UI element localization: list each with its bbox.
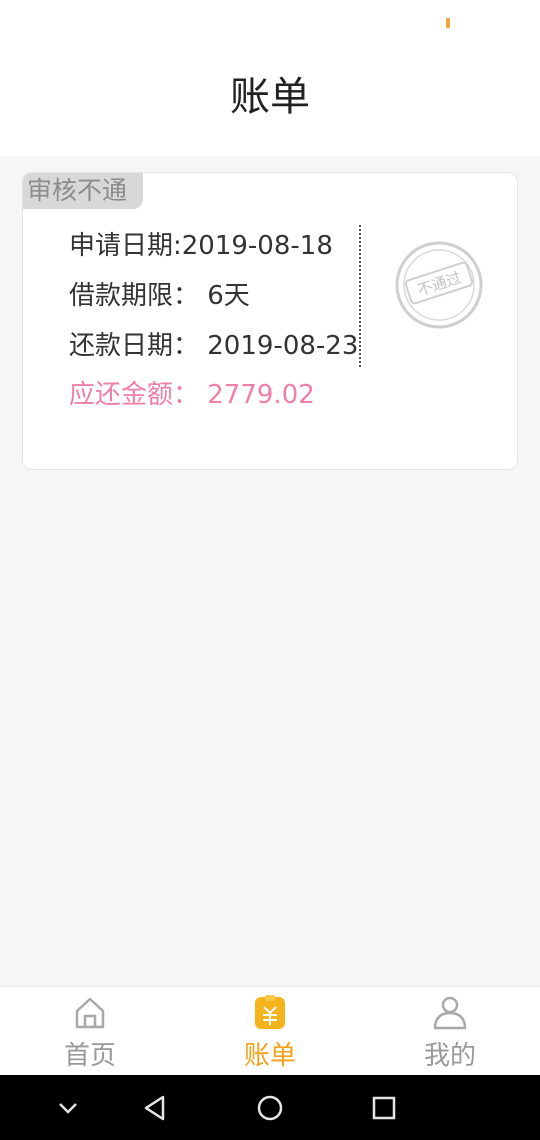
bill-icon bbox=[255, 995, 285, 1029]
amount-due: 应还金额： 2779.02 bbox=[69, 380, 315, 410]
apply-date: 申请日期:2019-08-18 bbox=[69, 231, 333, 261]
tab-bill[interactable]: 账单 bbox=[180, 987, 360, 1076]
status-badge: 审核不通 bbox=[23, 173, 143, 209]
loan-term: 借款期限： 6天 bbox=[69, 281, 250, 311]
rejected-stamp-icon: 不通过 bbox=[395, 241, 483, 329]
bottom-tab-bar: 首页 账单 我的 bbox=[0, 986, 540, 1075]
back-icon[interactable] bbox=[138, 1091, 172, 1125]
dotted-divider bbox=[359, 225, 361, 367]
tab-home[interactable]: 首页 bbox=[0, 987, 180, 1076]
chevron-down-icon[interactable] bbox=[51, 1091, 85, 1125]
status-indicator bbox=[446, 18, 450, 28]
repay-date: 还款日期： 2019-08-23 bbox=[69, 331, 359, 361]
tab-mine[interactable]: 我的 bbox=[360, 987, 540, 1076]
status-bar bbox=[0, 0, 540, 48]
tab-label: 首页 bbox=[63, 1041, 116, 1071]
header: 账单 bbox=[0, 48, 540, 156]
page-title: 账单 bbox=[230, 74, 310, 120]
tab-label: 账单 bbox=[243, 1041, 296, 1071]
home-icon bbox=[75, 997, 105, 1029]
home-circle-icon[interactable] bbox=[253, 1091, 287, 1125]
user-icon bbox=[433, 996, 467, 1030]
recents-icon[interactable] bbox=[367, 1091, 401, 1125]
system-nav-bar bbox=[0, 1075, 540, 1140]
bill-card[interactable]: 审核不通 申请日期:2019-08-18 借款期限： 6天 还款日期： 2019… bbox=[22, 172, 518, 470]
tab-label: 我的 bbox=[423, 1041, 476, 1071]
